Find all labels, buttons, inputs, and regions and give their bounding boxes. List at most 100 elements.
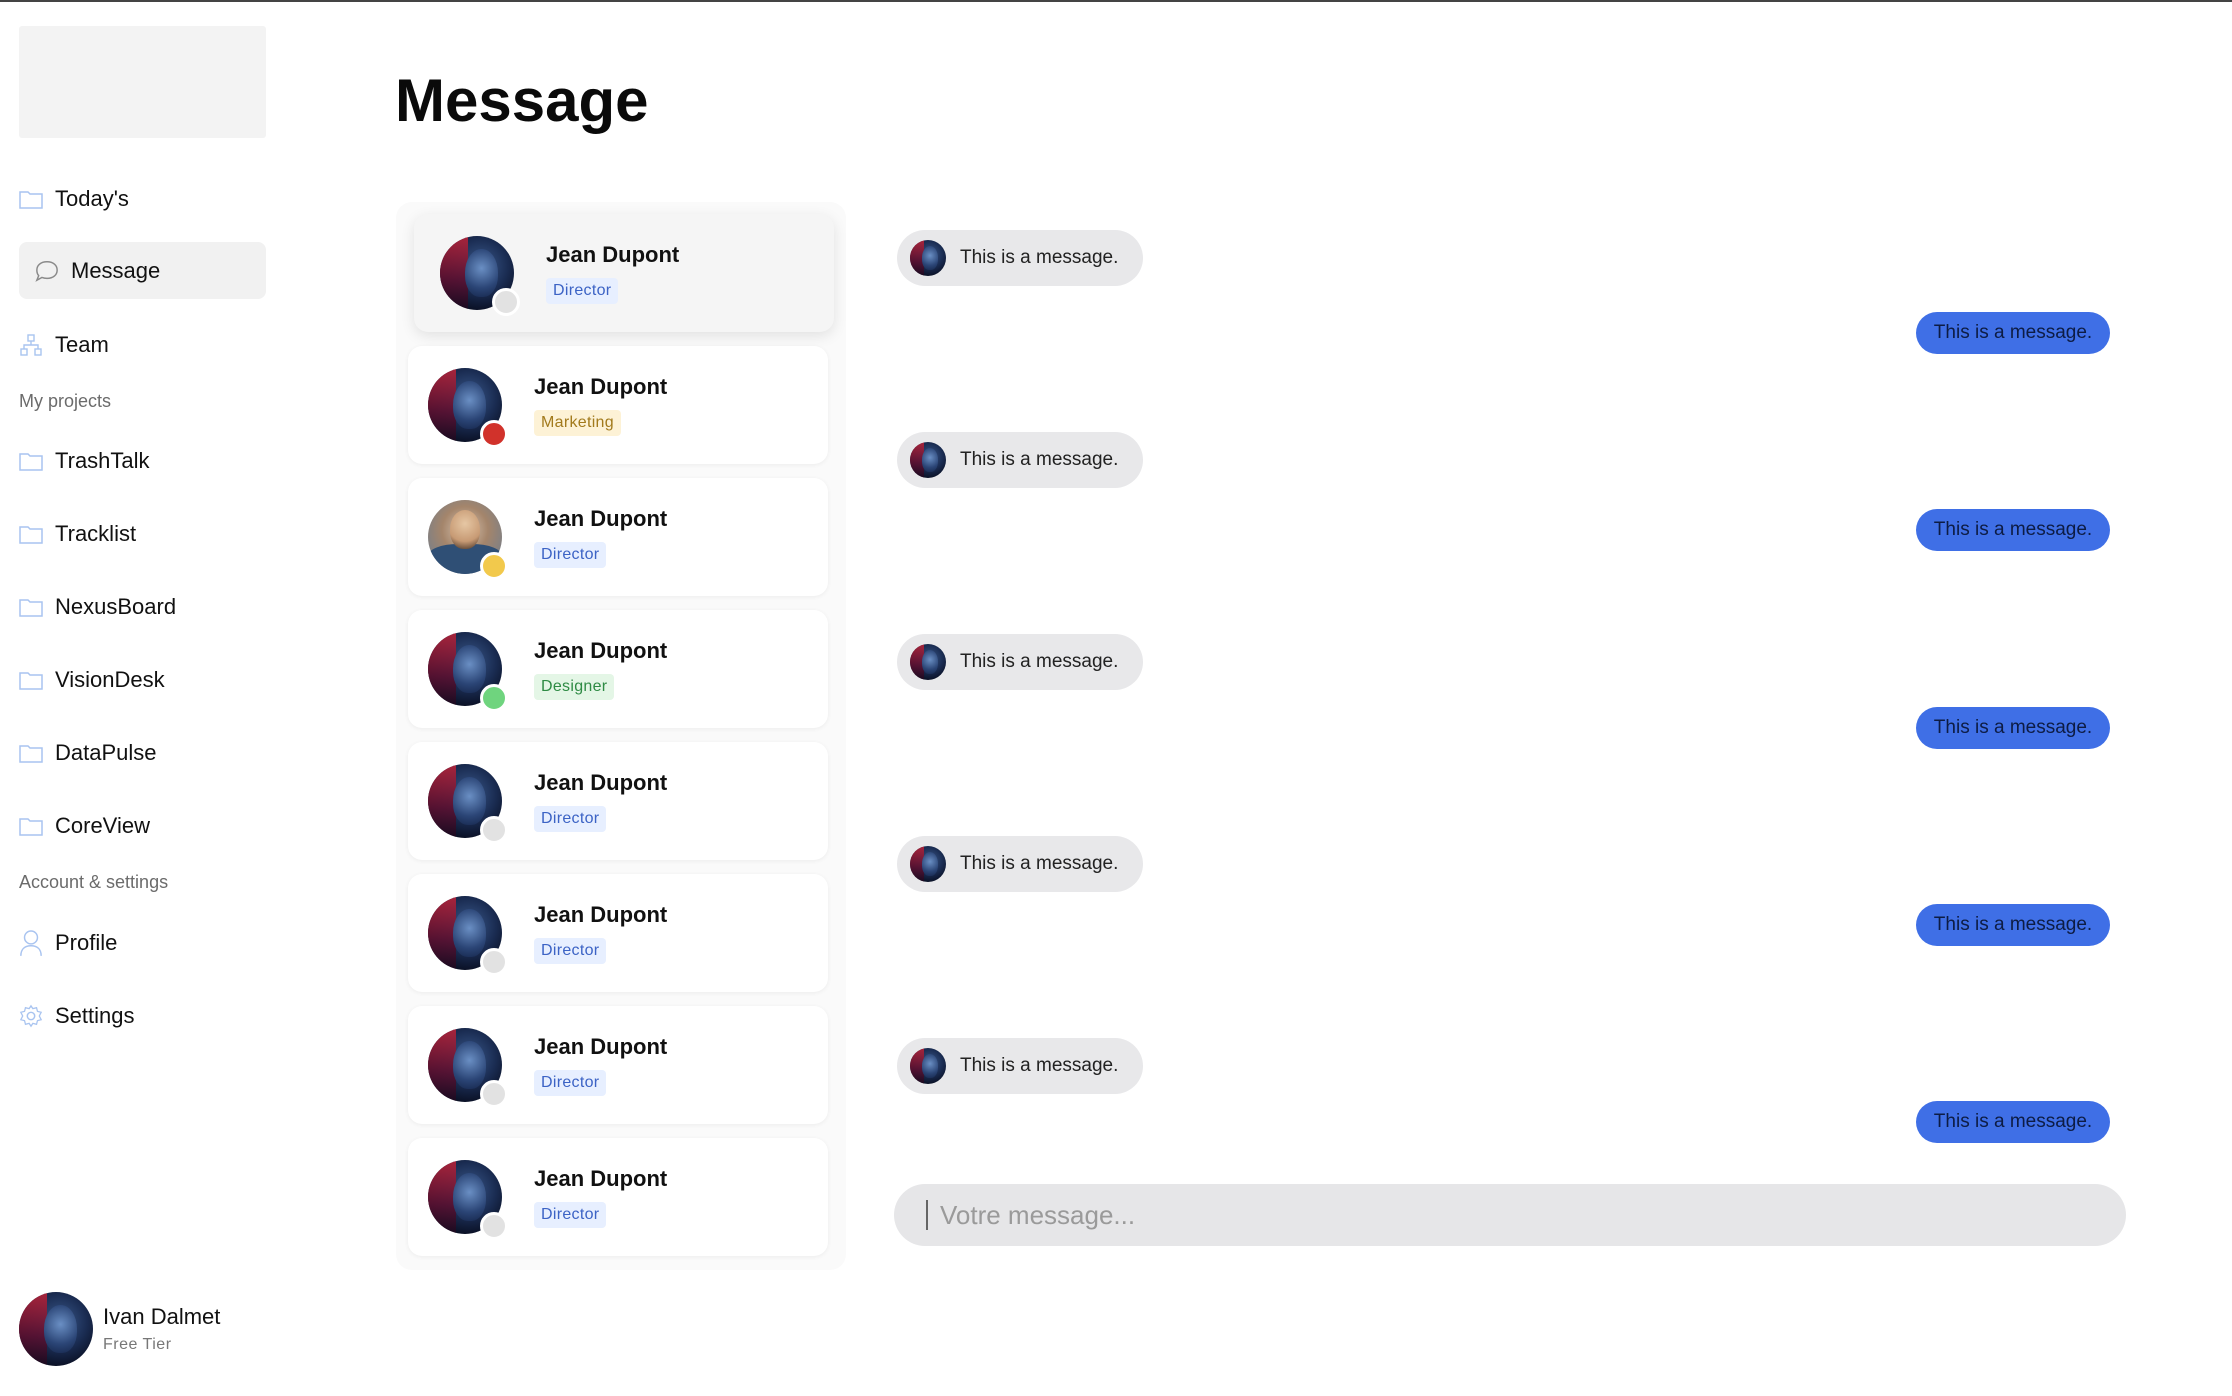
nav-item-profile[interactable]: Profile xyxy=(19,914,266,971)
app-window: Today's Message Team My projects TrashTa… xyxy=(0,0,2232,1396)
contact-list: Jean Dupont Director Jean Dupont Marketing… xyxy=(396,202,846,1270)
outgoing-message: This is a message. xyxy=(1916,707,2110,749)
user-tier: Free Tier xyxy=(103,1336,172,1353)
nav-item-label: Team xyxy=(55,331,109,357)
status-dot xyxy=(480,948,508,976)
contact-name: Jean Dupont xyxy=(534,1034,668,1059)
incoming-message: This is a message. xyxy=(897,1038,1143,1094)
project-item-visiondesk[interactable]: VisionDesk xyxy=(19,651,266,708)
project-item-coreview[interactable]: CoreView xyxy=(19,797,266,854)
contact-item[interactable]: Jean Dupont Designer xyxy=(408,610,828,728)
nav-item-settings[interactable]: Settings xyxy=(19,987,266,1044)
message-text: This is a message. xyxy=(960,853,1119,874)
sidebar: Today's Message Team My projects TrashTa… xyxy=(0,2,290,1396)
folder-icon xyxy=(19,449,43,473)
outgoing-message: This is a message. xyxy=(1916,904,2110,946)
folder-icon xyxy=(19,595,43,619)
contact-name: Jean Dupont xyxy=(534,1166,668,1191)
avatar xyxy=(910,240,946,276)
project-item-nexusboard[interactable]: NexusBoard xyxy=(19,578,266,635)
message-text: This is a message. xyxy=(1933,322,2093,343)
contact-item[interactable]: Jean Dupont Marketing xyxy=(408,346,828,464)
user-name: Ivan Dalmet xyxy=(103,1304,221,1329)
incoming-message: This is a message. xyxy=(897,836,1143,892)
contact-item[interactable]: Jean Dupont Director xyxy=(408,874,828,992)
role-badge: Designer xyxy=(534,674,615,700)
folder-icon xyxy=(19,741,43,765)
avatar xyxy=(910,644,946,680)
status-dot xyxy=(480,816,508,844)
project-label: CoreView xyxy=(55,812,150,838)
page-title: Message xyxy=(395,67,649,134)
folder-icon xyxy=(19,814,43,838)
nav-item-todays[interactable]: Today's xyxy=(19,170,266,227)
projects-heading: My projects xyxy=(19,391,112,411)
outgoing-message: This is a message. xyxy=(1916,1101,2110,1143)
message-text: This is a message. xyxy=(960,1055,1119,1076)
project-label: NexusBoard xyxy=(55,593,177,619)
message-input[interactable] xyxy=(940,1199,2040,1231)
logo-placeholder xyxy=(19,26,266,138)
current-user-card[interactable]: Ivan Dalmet Free Tier xyxy=(19,1292,220,1366)
status-dot xyxy=(480,552,508,580)
contact-name: Jean Dupont xyxy=(534,638,668,663)
message-text: This is a message. xyxy=(1933,519,2093,540)
status-dot xyxy=(492,288,520,316)
nav-item-message[interactable]: Message xyxy=(19,242,266,299)
message-text: This is a message. xyxy=(960,449,1119,470)
avatar xyxy=(910,1048,946,1084)
message-text: This is a message. xyxy=(1933,1111,2093,1132)
contact-item[interactable]: Jean Dupont Director xyxy=(408,1138,828,1256)
gear-icon xyxy=(19,1004,43,1028)
nav-item-label: Settings xyxy=(55,1002,135,1028)
contact-item[interactable]: Jean Dupont Director xyxy=(408,478,828,596)
avatar xyxy=(19,1292,93,1366)
folder-icon xyxy=(19,187,43,211)
project-label: VisionDesk xyxy=(55,666,165,692)
project-label: TrashTalk xyxy=(55,447,150,473)
user-icon xyxy=(19,929,43,956)
chat-bubble-icon xyxy=(35,259,59,283)
incoming-message: This is a message. xyxy=(897,432,1143,488)
project-item-datapulse[interactable]: DataPulse xyxy=(19,724,266,781)
nav-item-label: Message xyxy=(71,257,161,283)
message-text: This is a message. xyxy=(960,247,1119,268)
project-label: Tracklist xyxy=(55,520,137,546)
message-text: This is a message. xyxy=(1933,914,2093,935)
account-heading: Account & settings xyxy=(19,872,169,892)
project-label: DataPulse xyxy=(55,739,157,765)
team-icon xyxy=(19,333,43,357)
contact-name: Jean Dupont xyxy=(534,374,668,399)
outgoing-message: This is a message. xyxy=(1916,312,2110,354)
role-badge: Director xyxy=(546,278,619,304)
folder-icon xyxy=(19,522,43,546)
role-badge: Director xyxy=(534,1070,607,1096)
message-composer[interactable] xyxy=(894,1184,2126,1246)
nav-item-team[interactable]: Team xyxy=(19,316,266,373)
message-text: This is a message. xyxy=(1933,717,2093,738)
role-badge: Director xyxy=(534,938,607,964)
contact-name: Jean Dupont xyxy=(534,506,668,531)
status-dot xyxy=(480,420,508,448)
contact-name: Jean Dupont xyxy=(534,770,668,795)
role-badge: Director xyxy=(534,1202,607,1228)
outgoing-message: This is a message. xyxy=(1916,509,2110,551)
avatar xyxy=(910,846,946,882)
nav-item-label: Profile xyxy=(55,929,118,955)
incoming-message: This is a message. xyxy=(897,634,1143,690)
text-caret xyxy=(926,1200,928,1230)
role-badge: Director xyxy=(534,806,607,832)
contact-item[interactable]: Jean Dupont Director xyxy=(408,1006,828,1124)
role-badge: Marketing xyxy=(534,410,621,436)
contact-item[interactable]: Jean Dupont Director xyxy=(414,214,834,332)
incoming-message: This is a message. xyxy=(897,230,1143,286)
role-badge: Director xyxy=(534,542,607,568)
contact-item[interactable]: Jean Dupont Director xyxy=(408,742,828,860)
status-dot xyxy=(480,1212,508,1240)
contact-name: Jean Dupont xyxy=(534,902,668,927)
status-dot xyxy=(480,684,508,712)
project-item-trashtalk[interactable]: TrashTalk xyxy=(19,432,266,489)
folder-icon xyxy=(19,668,43,692)
avatar xyxy=(910,442,946,478)
project-item-tracklist[interactable]: Tracklist xyxy=(19,505,266,562)
